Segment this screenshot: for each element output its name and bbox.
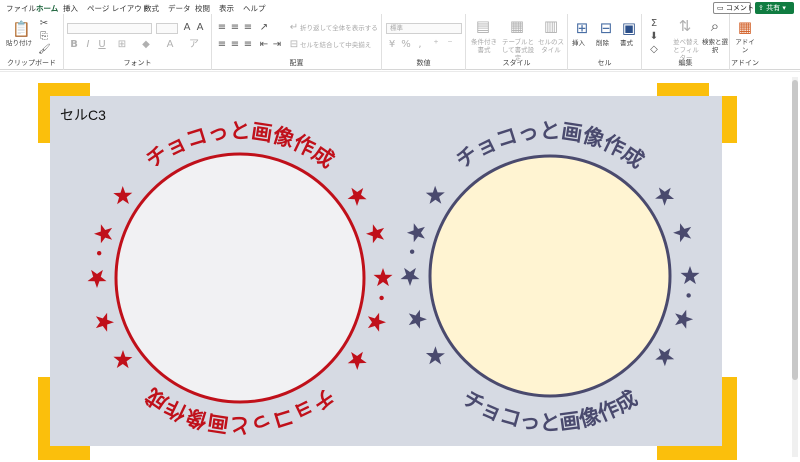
star-icon — [95, 312, 114, 332]
star-icon — [655, 187, 675, 206]
star-icon — [408, 309, 427, 329]
star-icon — [347, 187, 367, 206]
star-icon — [347, 351, 367, 370]
star-icon — [113, 186, 133, 205]
stamp-red[interactable]: チョコっと画像作成チョコっと画像作成 — [87, 119, 393, 437]
star-icon — [94, 224, 113, 244]
dot-icon — [686, 293, 691, 298]
star-icon — [680, 266, 700, 285]
excel-window: ファイル ホーム 挿入 ページ レイアウト 数式 データ 校閲 表示 ヘルプ ▭… — [0, 0, 800, 462]
star-icon — [87, 269, 107, 288]
star-icon — [673, 223, 692, 243]
stamps-layer: チョコっと画像作成チョコっと画像作成 チョコっと画像作成チョコっと画像作成 — [87, 119, 700, 437]
stamp-navy[interactable]: チョコっと画像作成チョコっと画像作成 — [400, 119, 700, 435]
star-icon — [367, 312, 386, 332]
star-icon — [113, 350, 133, 369]
star-icon — [406, 223, 425, 243]
dot-icon — [379, 295, 384, 301]
star-icon — [425, 346, 445, 365]
dot-icon — [96, 250, 102, 256]
star-icon — [425, 185, 445, 204]
dot-icon — [409, 249, 415, 254]
star-icon — [373, 268, 393, 287]
star-icon — [655, 348, 675, 367]
stamp-inner-circle — [114, 152, 366, 404]
star-icon — [675, 309, 694, 329]
stamp-inner-circle — [428, 154, 672, 398]
star-icon — [400, 267, 420, 286]
star-icon — [366, 224, 385, 244]
